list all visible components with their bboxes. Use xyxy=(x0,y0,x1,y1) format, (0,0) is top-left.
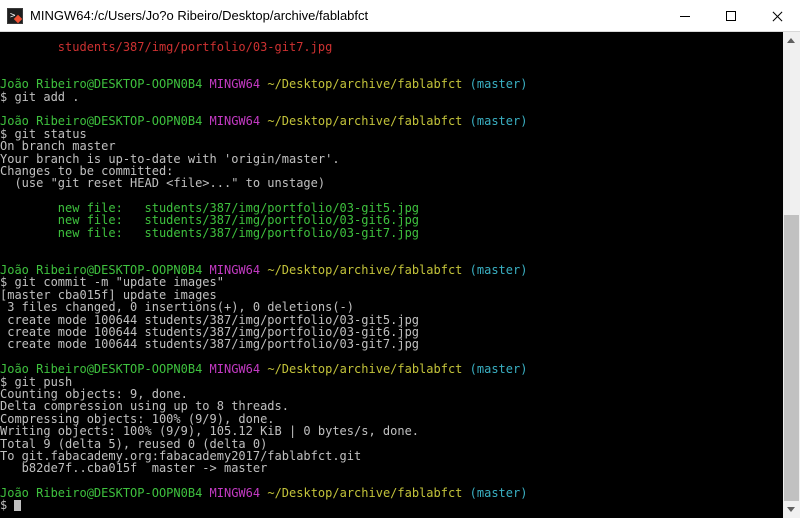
terminal-output[interactable]: students/387/img/portfolio/03-git7.jpg J… xyxy=(0,32,783,518)
window-title: MINGW64:/c/Users/Jo?o Ribeiro/Desktop/ar… xyxy=(30,8,369,23)
prompt-line: João Ribeiro@DESKTOP-OOPN0B4 MINGW64 ~/D… xyxy=(0,78,527,90)
text-cursor xyxy=(14,500,22,512)
prompt-path: ~/Desktop/archive/fablabfct xyxy=(267,486,463,501)
prompt-branch: (master) xyxy=(469,362,528,377)
input-line[interactable]: $ xyxy=(0,498,527,513)
status-output-line: (use "git reset HEAD <file>..." to unsta… xyxy=(0,176,326,191)
prompt-shell: MINGW64 xyxy=(209,114,261,129)
prompt-line: João Ribeiro@DESKTOP-OOPN0B4 MINGW64 ~/D… xyxy=(0,363,527,375)
prompt-branch: (master) xyxy=(469,77,528,92)
minimize-icon[interactable] xyxy=(662,0,708,32)
prompt-branch: (master) xyxy=(469,486,528,501)
title-bar[interactable]: > MINGW64:/c/Users/Jo?o Ribeiro/Desktop/… xyxy=(0,0,800,32)
staged-file-line: new file: students/387/img/portfolio/03-… xyxy=(0,225,420,240)
scrollbar-thumb[interactable] xyxy=(784,215,799,501)
push-output-line: b82de7f..cba015f master -> master xyxy=(0,461,268,476)
close-icon[interactable] xyxy=(754,0,800,32)
command-git-add: $ git add . xyxy=(0,89,80,104)
commit-output-line: create mode 100644 students/387/img/port… xyxy=(0,337,420,352)
status-output-line: On branch master xyxy=(0,139,116,154)
scroll-up-arrow-icon[interactable] xyxy=(783,32,800,49)
git-bash-icon: > xyxy=(7,8,23,24)
prompt-shell: MINGW64 xyxy=(209,486,261,501)
scroll-down-arrow-icon[interactable] xyxy=(783,501,800,518)
push-output-line: Writing objects: 100% (9/9), 105.12 KiB … xyxy=(0,424,420,439)
prompt-shell: MINGW64 xyxy=(209,77,261,92)
push-output-line: Delta compression using up to 8 threads. xyxy=(0,399,289,414)
command-git-commit: $ git commit -m "update images" xyxy=(0,275,224,290)
staged-file-line: new file: students/387/img/portfolio/03-… xyxy=(0,213,420,228)
prompt-path: ~/Desktop/archive/fablabfct xyxy=(267,114,463,129)
prompt-branch: (master) xyxy=(469,263,528,278)
maximize-icon[interactable] xyxy=(708,0,754,32)
commit-output-line: 3 files changed, 0 insertions(+), 0 dele… xyxy=(0,300,355,315)
prompt-path: ~/Desktop/archive/fablabfct xyxy=(267,77,463,92)
prompt-line: João Ribeiro@DESKTOP-OOPN0B4 MINGW64 ~/D… xyxy=(0,115,527,127)
prompt-path: ~/Desktop/archive/fablabfct xyxy=(267,362,463,377)
prompt-user-host: João Ribeiro@DESKTOP-OOPN0B4 xyxy=(0,486,203,501)
prompt-branch: (master) xyxy=(469,114,528,129)
vertical-scrollbar[interactable] xyxy=(783,32,800,518)
prompt-path: ~/Desktop/archive/fablabfct xyxy=(267,263,463,278)
prompt-shell: MINGW64 xyxy=(209,362,261,377)
final-prompt-symbol: $ xyxy=(0,498,8,513)
deleted-file-line: students/387/img/portfolio/03-git7.jpg xyxy=(0,40,333,54)
prompt-line: João Ribeiro@DESKTOP-OOPN0B4 MINGW64 ~/D… xyxy=(0,487,527,499)
